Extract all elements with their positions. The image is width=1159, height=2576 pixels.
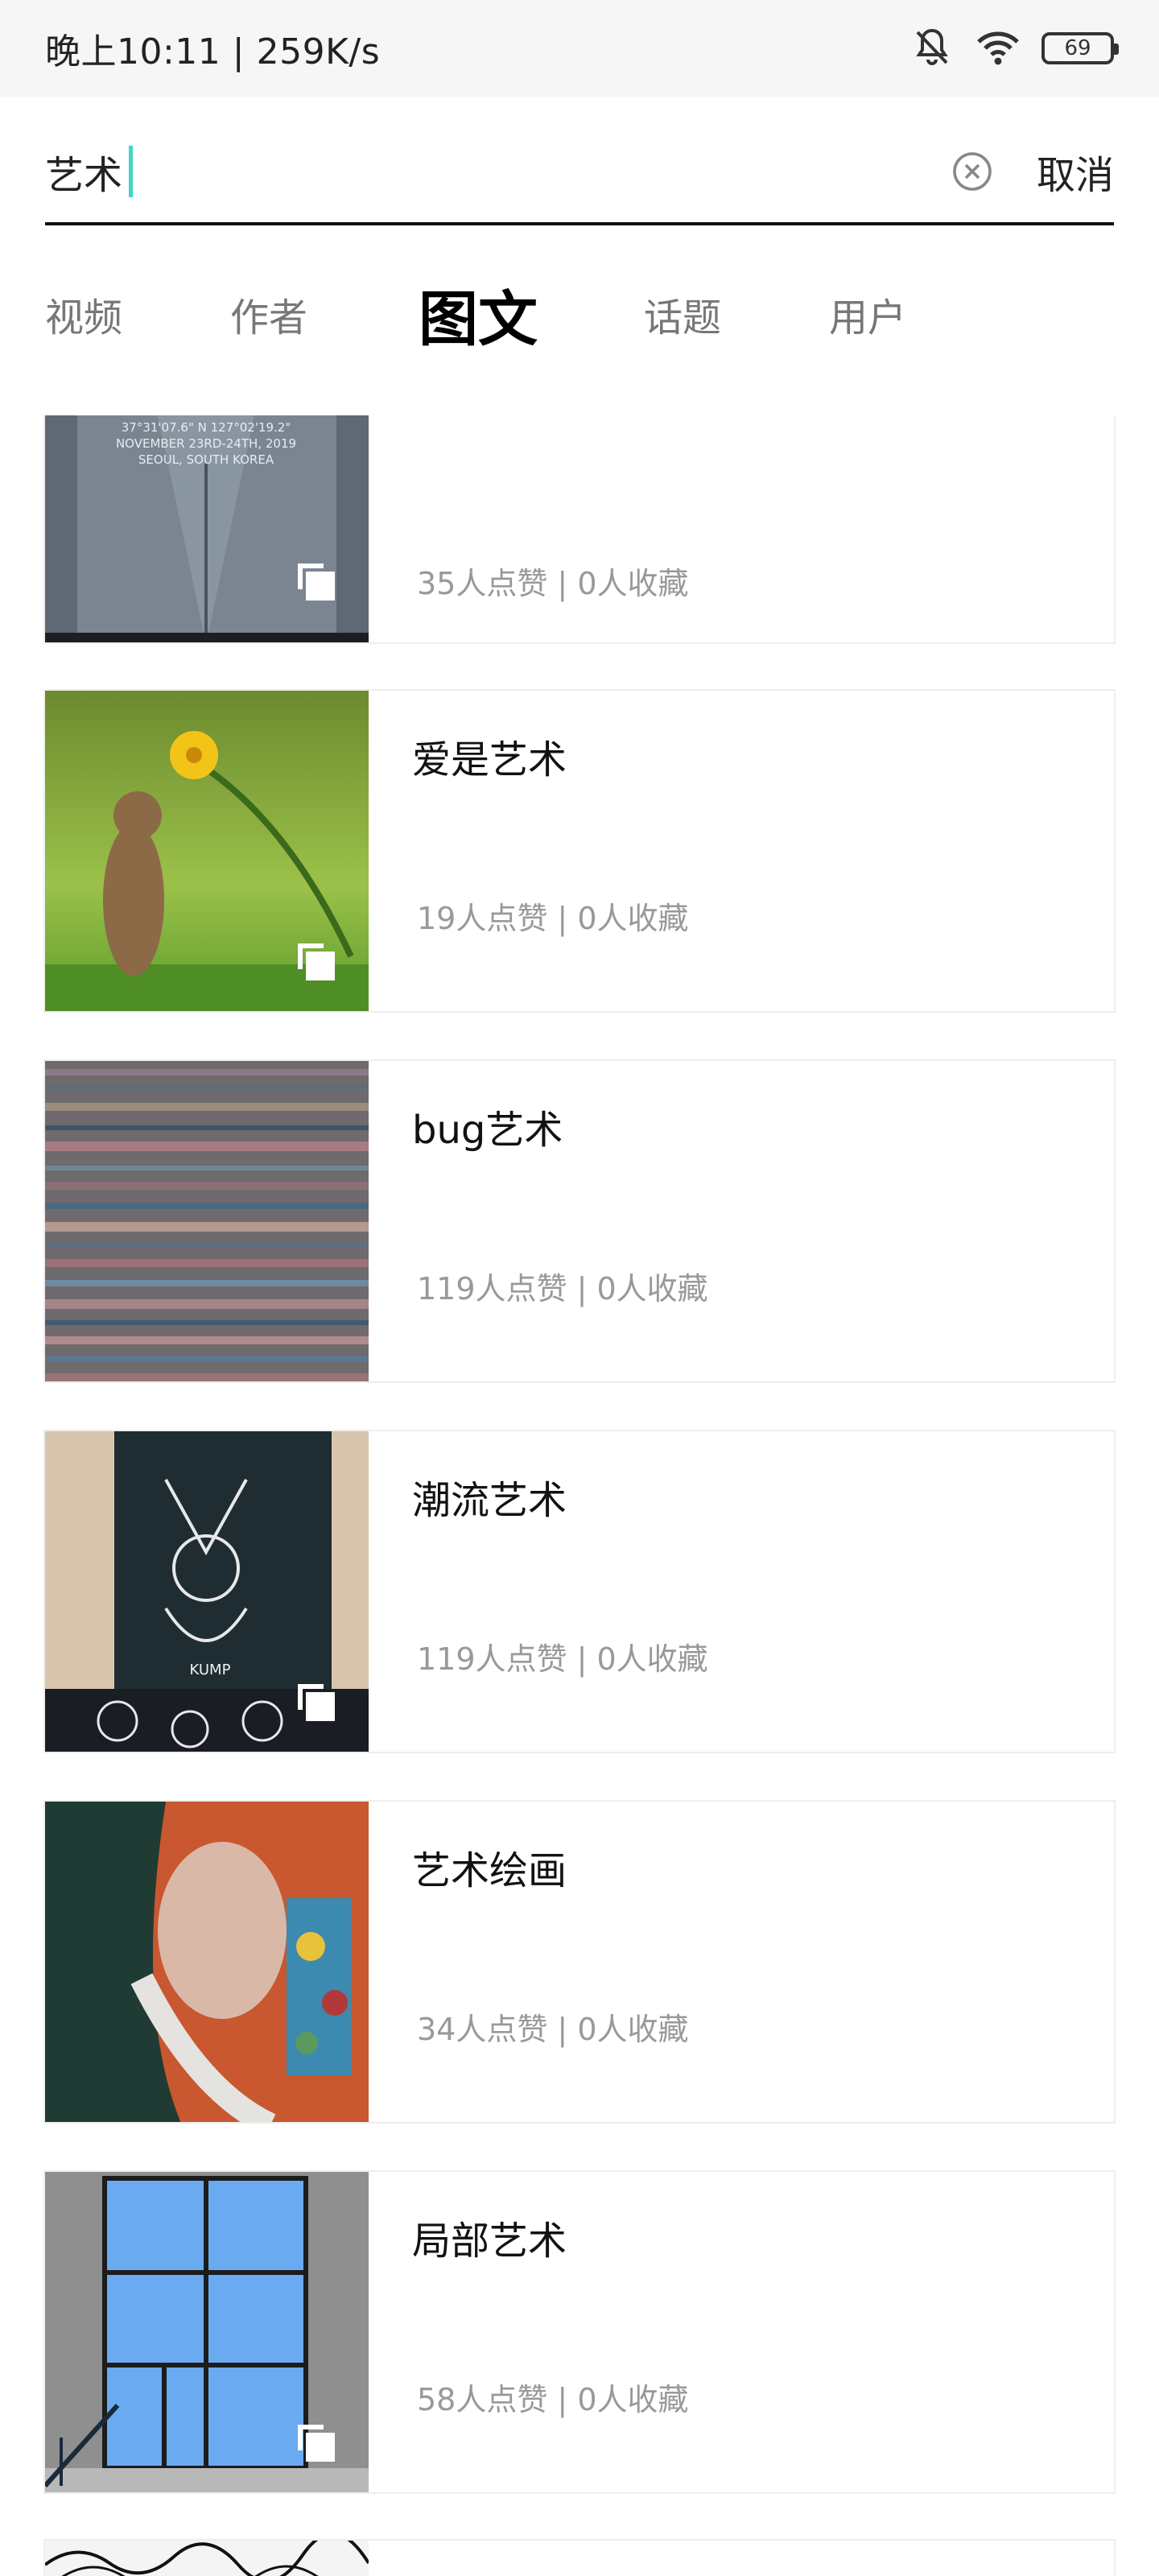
text-caret bbox=[129, 146, 133, 197]
result-meta: 34人点赞 | 0人收藏 bbox=[417, 2012, 689, 2047]
gray-jacket-photo: 37°31'07.6" N 127°02'19.2" NOVEMBER 23RD… bbox=[45, 415, 369, 642]
result-title: 爱是艺术 bbox=[412, 737, 567, 782]
tab-user[interactable]: 用户 bbox=[829, 286, 906, 342]
jacket-text-2: NOVEMBER 23RD-24TH, 2019 bbox=[116, 436, 296, 451]
battery-level: 69 bbox=[1064, 36, 1091, 60]
line-drawing bbox=[45, 2541, 369, 2576]
multi-image-icon bbox=[295, 1681, 338, 1724]
cancel-button[interactable]: 取消 bbox=[1037, 138, 1114, 204]
tab-topic[interactable]: 话题 bbox=[644, 286, 829, 342]
result-meta: 119人点赞 | 0人收藏 bbox=[417, 1271, 708, 1307]
tab-video[interactable]: 视频 bbox=[45, 286, 230, 342]
glitch-art bbox=[45, 1061, 369, 1381]
search-bar: 取消 bbox=[45, 121, 1114, 225]
status-bar: 晚上10:11 | 259K/s 69 bbox=[0, 0, 1159, 97]
result-card[interactable]: 局部艺术 58人点赞 | 0人收藏 bbox=[43, 2170, 1116, 2494]
result-card[interactable]: KUMP 潮流艺术 119人点赞 | 0人收藏 bbox=[43, 1430, 1116, 1753]
tab-author[interactable]: 作者 bbox=[230, 286, 419, 342]
multi-image-icon bbox=[295, 940, 338, 984]
search-input[interactable] bbox=[45, 139, 126, 204]
klimt-painting bbox=[45, 1802, 369, 2122]
result-card[interactable]: 爱是艺术 19人点赞 | 0人收藏 bbox=[43, 689, 1116, 1013]
result-title: bug艺术 bbox=[412, 1108, 563, 1153]
status-icons: 69 bbox=[909, 26, 1119, 71]
status-time-speed: 晚上10:11 | 259K/s bbox=[45, 31, 381, 72]
kump-text: KUMP bbox=[190, 1662, 231, 1678]
result-meta: 119人点赞 | 0人收藏 bbox=[417, 1641, 708, 1677]
multi-image-icon bbox=[295, 2421, 338, 2465]
clear-icon[interactable] bbox=[950, 149, 995, 194]
result-meta: 58人点赞 | 0人收藏 bbox=[417, 2382, 689, 2417]
multi-image-icon bbox=[295, 560, 338, 604]
battery-icon: 69 bbox=[1041, 32, 1119, 64]
bell-muted-icon bbox=[909, 26, 955, 71]
tab-image-text[interactable]: 图文 bbox=[419, 271, 644, 357]
category-tabs: 视频 作者 图文 话题 用户 bbox=[45, 266, 906, 362]
result-card[interactable]: 37°31'07.6" N 127°02'19.2" NOVEMBER 23RD… bbox=[43, 415, 1116, 644]
wifi-icon bbox=[975, 26, 1021, 71]
jacket-text-1: 37°31'07.6" N 127°02'19.2" bbox=[122, 420, 291, 435]
result-meta: 35人点赞 | 0人收藏 bbox=[417, 566, 689, 601]
result-title: 潮流艺术 bbox=[412, 1478, 567, 1523]
result-title: 局部艺术 bbox=[412, 2219, 567, 2264]
result-card[interactable]: 艺术绘画 34人点赞 | 0人收藏 bbox=[43, 1800, 1116, 2124]
result-meta: 19人点赞 | 0人收藏 bbox=[417, 901, 689, 936]
result-card[interactable]: bug艺术 119人点赞 | 0人收藏 bbox=[43, 1059, 1116, 1383]
result-card[interactable] bbox=[43, 2539, 1116, 2576]
jacket-text-3: SEOUL, SOUTH KOREA bbox=[138, 452, 274, 467]
result-title: 艺术绘画 bbox=[412, 1848, 567, 1893]
